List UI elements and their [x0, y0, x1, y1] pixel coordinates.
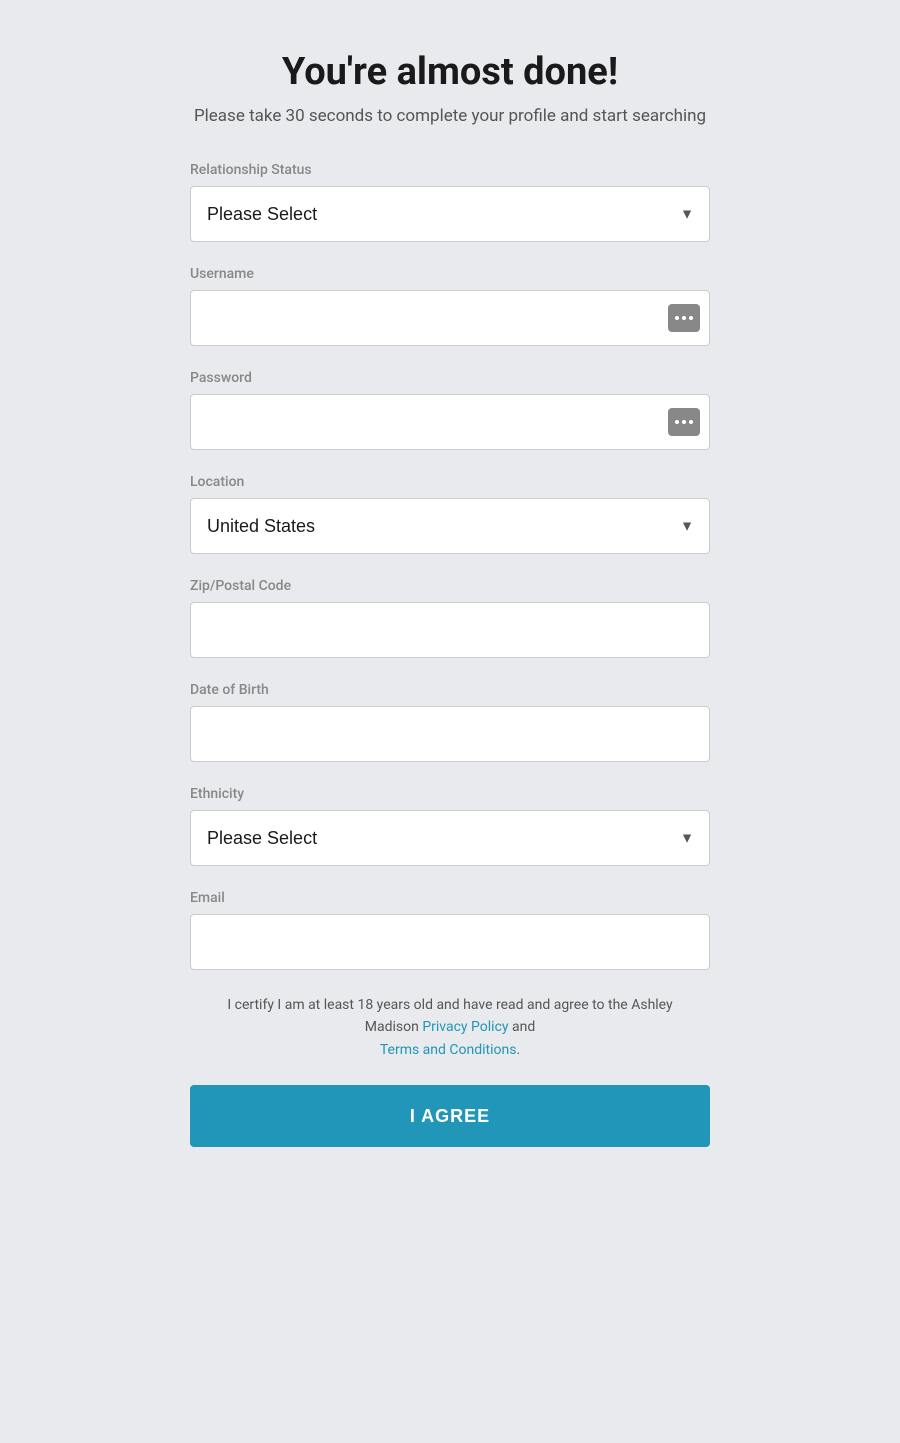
password-dots-icon	[675, 420, 693, 424]
agree-button[interactable]: I AGREE	[190, 1085, 710, 1147]
page-subtitle: Please take 30 seconds to complete your …	[194, 106, 706, 126]
location-field: Location United States Canada United Kin…	[190, 474, 710, 554]
cert-text-after: .	[516, 1042, 520, 1058]
zip-code-label: Zip/Postal Code	[190, 578, 710, 594]
dots-icon	[675, 316, 693, 320]
zip-code-input[interactable]	[190, 602, 710, 658]
password-label: Password	[190, 370, 710, 386]
page-title: You're almost done!	[282, 50, 618, 94]
profile-form: Relationship Status Please Select Single…	[190, 162, 710, 1147]
password-field: Password	[190, 370, 710, 450]
username-input[interactable]	[190, 290, 710, 346]
terms-conditions-link[interactable]: Terms and Conditions	[380, 1042, 517, 1058]
email-field: Email	[190, 890, 710, 970]
privacy-policy-link[interactable]: Privacy Policy	[422, 1019, 508, 1035]
password-input[interactable]	[190, 394, 710, 450]
location-select-wrapper: United States Canada United Kingdom Aust…	[190, 498, 710, 554]
ethnicity-select[interactable]: Please Select White / Caucasian Black / …	[190, 810, 710, 866]
dot-2	[682, 316, 686, 320]
username-label: Username	[190, 266, 710, 282]
dot-1	[675, 316, 679, 320]
username-field: Username	[190, 266, 710, 346]
ethnicity-select-wrapper: Please Select White / Caucasian Black / …	[190, 810, 710, 866]
page-container: You're almost done! Please take 30 secon…	[0, 40, 900, 1383]
password-input-wrapper	[190, 394, 710, 450]
relationship-status-select-wrapper: Please Select Single Married In a Relati…	[190, 186, 710, 242]
username-dots-button[interactable]	[668, 304, 700, 332]
certification-text: I certify I am at least 18 years old and…	[190, 994, 710, 1061]
username-input-wrapper	[190, 290, 710, 346]
dot-3	[689, 316, 693, 320]
location-select[interactable]: United States Canada United Kingdom Aust…	[190, 498, 710, 554]
password-dot-2	[682, 420, 686, 424]
password-dot-1	[675, 420, 679, 424]
ethnicity-label: Ethnicity	[190, 786, 710, 802]
relationship-status-field: Relationship Status Please Select Single…	[190, 162, 710, 242]
date-of-birth-input[interactable]	[190, 706, 710, 762]
ethnicity-field: Ethnicity Please Select White / Caucasia…	[190, 786, 710, 866]
location-label: Location	[190, 474, 710, 490]
date-of-birth-field: Date of Birth	[190, 682, 710, 762]
cert-text-between: and	[509, 1019, 536, 1035]
relationship-status-select[interactable]: Please Select Single Married In a Relati…	[190, 186, 710, 242]
zip-code-field: Zip/Postal Code	[190, 578, 710, 658]
password-dot-3	[689, 420, 693, 424]
email-input[interactable]	[190, 914, 710, 970]
email-label: Email	[190, 890, 710, 906]
date-of-birth-label: Date of Birth	[190, 682, 710, 698]
password-dots-button[interactable]	[668, 408, 700, 436]
relationship-status-label: Relationship Status	[190, 162, 710, 178]
